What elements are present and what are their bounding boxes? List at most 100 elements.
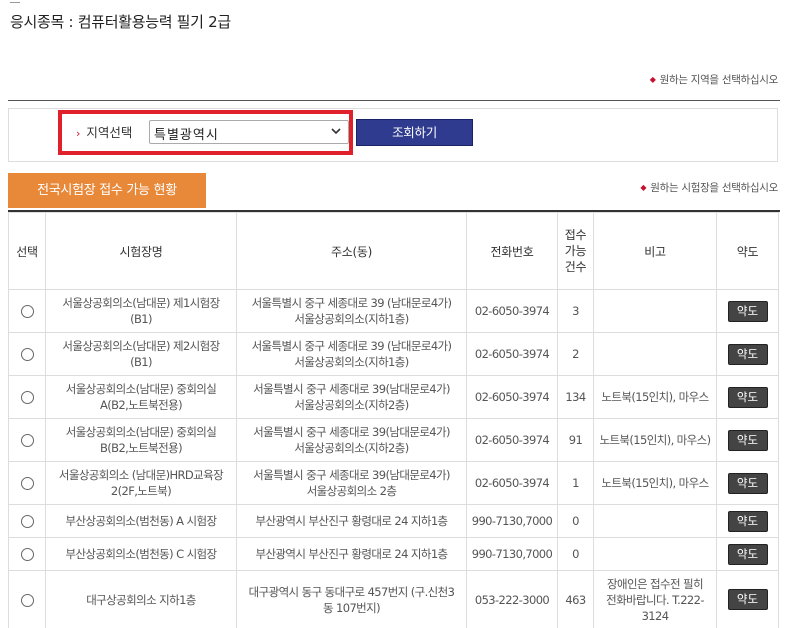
- note-cell: 노트북(15인치), 마우스: [593, 375, 717, 419]
- map-cell: 약도: [716, 375, 779, 419]
- header-select: 선택: [8, 212, 46, 290]
- address-line: 서울상공회의소 2층: [306, 484, 397, 498]
- select-cell: [8, 504, 46, 538]
- address-line: 서울상공회의소(지하1층): [294, 312, 409, 326]
- address-cell: 서울특별시 중구 세종대로 39 (남대문로4가) 서울상공회의소(지하1층): [236, 332, 467, 376]
- region-label: › 지역선택: [76, 122, 132, 141]
- address-cell: 서울특별시 중구 세종대로 39(남대문로4가) 서울상공회의소 2층: [236, 461, 467, 505]
- center-name-cell: 서울상공회의소(남대문) 제2시험장 (B1): [45, 332, 237, 376]
- table-row: 대구상공회의소 지하1층 대구광역시 동구 동대구로 457번지 (구.신천3 동 …: [8, 570, 779, 628]
- capacity-cell: 463: [557, 570, 594, 628]
- region-hint: ◆ 원하는 지역을 선택하십시오: [649, 72, 779, 87]
- map-button[interactable]: 약도: [727, 589, 768, 610]
- exam-center-table: 선택 시험장명 주소(동) 전화번호 접수 가능 건수 비고 약도 서울상공회의소(…: [8, 212, 779, 628]
- header-capacity-line: 접수: [564, 228, 587, 242]
- top-divider-tick: [10, 2, 20, 3]
- center-radio[interactable]: [20, 305, 34, 318]
- diamond-icon: ◆: [640, 183, 647, 192]
- capacity-cell: 1: [557, 461, 594, 505]
- address-cell: 서울특별시 중구 세종대로 39 (남대문로4가) 서울상공회의소(지하1층): [236, 289, 467, 333]
- address-line: 부산광역시 부산진구 황령대로 24 지하1층: [255, 547, 448, 561]
- center-name-cell: 대구상공회의소 지하1층: [45, 570, 237, 628]
- region-select-value: 특별광역시: [154, 128, 219, 143]
- center-radio[interactable]: [20, 391, 34, 404]
- address-line: 서울상공회의소(지하2층): [294, 441, 409, 455]
- header-center-name: 시험장명: [45, 212, 237, 290]
- address-line: 서울특별시 중구 세종대로 39 (남대문로4가): [251, 339, 452, 353]
- center-name-cell: 서울상공회의소(남대문) 제1시험장 (B1): [45, 289, 237, 333]
- name-line: (B1): [130, 355, 152, 369]
- center-radio[interactable]: [20, 548, 34, 561]
- note-line: 장애인은 접수전 필히: [607, 576, 704, 591]
- capacity-cell: 91: [557, 418, 594, 462]
- map-cell: 약도: [716, 418, 779, 462]
- table-row: 서울상공회의소(남대문) 제1시험장 (B1) 서울특별시 중구 세종대로 39 (…: [8, 289, 779, 333]
- capacity-cell: 0: [557, 537, 594, 571]
- address-cell: 서울특별시 중구 세종대로 39(남대문로4가) 서울상공회의소(지하2층): [236, 375, 467, 419]
- select-cell: [8, 332, 46, 376]
- center-hint: ◆ 원하는 시험장을 선택하십시오: [640, 180, 778, 195]
- name-line: 서울상공회의소(남대문) 제2시험장: [62, 339, 220, 353]
- phone-cell: 990-7130,7000: [466, 537, 558, 571]
- phone-cell: 02-6050-3974: [466, 289, 558, 333]
- note-line: 노트북(15인치), 마우스: [601, 476, 709, 490]
- header-address: 주소(동): [236, 212, 467, 290]
- map-button[interactable]: 약도: [727, 386, 768, 408]
- address-line: 서울특별시 중구 세종대로 39 (남대문로4가): [251, 296, 452, 310]
- map-button[interactable]: 약도: [727, 343, 768, 365]
- phone-cell: 02-6050-3974: [466, 375, 558, 419]
- address-cell: 부산광역시 부산진구 황령대로 24 지하1층: [236, 537, 467, 571]
- center-radio[interactable]: [20, 434, 34, 447]
- address-line: 서울상공회의소(지하2층): [294, 398, 409, 412]
- map-button[interactable]: 약도: [727, 543, 768, 565]
- map-button[interactable]: 약도: [727, 300, 768, 322]
- map-cell: 약도: [716, 570, 779, 628]
- map-button[interactable]: 약도: [727, 429, 768, 451]
- region-select[interactable]: 특별광역시: [149, 120, 349, 144]
- capacity-cell: 134: [557, 375, 594, 419]
- table-row: 부산상공회의소(범천동) A 시험장 부산광역시 부산진구 황령대로 24 지하1…: [8, 504, 779, 538]
- center-radio[interactable]: [20, 515, 34, 528]
- header-capacity: 접수 가능 건수: [557, 212, 594, 290]
- phone-cell: 02-6050-3974: [466, 461, 558, 505]
- address-line: 서울특별시 중구 세종대로 39(남대문로4가): [253, 468, 450, 482]
- phone-cell: 053-222-3000: [466, 570, 558, 628]
- map-cell: 약도: [716, 537, 779, 571]
- phone-cell: 02-6050-3974: [466, 418, 558, 462]
- capacity-cell: 3: [557, 289, 594, 333]
- address-cell: 부산광역시 부산진구 황령대로 24 지하1층: [236, 504, 467, 538]
- note-line: 전화바랍니다. T.222-: [606, 592, 704, 607]
- name-line: 부산상공회의소(범천동) A 시험장: [65, 514, 217, 528]
- address-line: 부산광역시 부산진구 황령대로 24 지하1층: [255, 514, 448, 528]
- note-cell: [593, 504, 717, 538]
- name-line: 대구상공회의소 지하1층: [86, 592, 196, 607]
- center-radio[interactable]: [20, 477, 34, 490]
- map-button[interactable]: 약도: [727, 472, 768, 494]
- address-line: 동 107번지): [322, 600, 381, 615]
- center-radio[interactable]: [20, 348, 34, 361]
- address-cell: 대구광역시 동구 동대구로 457번지 (구.신천3 동 107번지): [236, 570, 467, 628]
- map-button[interactable]: 약도: [727, 510, 768, 532]
- address-line: 서울특별시 중구 세종대로 39(남대문로4가): [253, 425, 450, 439]
- note-line: 노트북(15인치), 마우스): [599, 433, 711, 447]
- center-name-cell: 서울상공회의소(남대문) 중회의실 B(B2,노트북전용): [45, 418, 237, 462]
- section-divider: [8, 100, 780, 101]
- note-cell: [593, 289, 717, 333]
- status-tab[interactable]: 전국시험장 접수 가능 현황: [8, 173, 206, 208]
- diamond-icon: ◆: [649, 75, 656, 84]
- select-cell: [8, 461, 46, 505]
- search-button[interactable]: 조회하기: [356, 119, 473, 146]
- map-cell: 약도: [716, 332, 779, 376]
- note-cell: 노트북(15인치), 마우스: [593, 461, 717, 505]
- capacity-cell: 2: [557, 332, 594, 376]
- note-cell: 장애인은 접수전 필히 전화바랍니다. T.222- 3124: [593, 570, 717, 628]
- table-row: 서울상공회의소(남대문) 중회의실 B(B2,노트북전용) 서울특별시 중구 세종대…: [8, 418, 779, 462]
- capacity-cell: 0: [557, 504, 594, 538]
- center-radio[interactable]: [20, 593, 34, 607]
- center-name-cell: 서울상공회의소(남대문) 중회의실 A(B2,노트북전용): [45, 375, 237, 419]
- center-hint-text: 원하는 시험장을 선택하십시오: [650, 182, 778, 194]
- region-hint-text: 원하는 지역을 선택하십시오: [659, 74, 779, 86]
- chevron-down-icon: [331, 128, 341, 135]
- name-line: (B1): [130, 312, 152, 326]
- header-capacity-line: 가능: [564, 244, 587, 258]
